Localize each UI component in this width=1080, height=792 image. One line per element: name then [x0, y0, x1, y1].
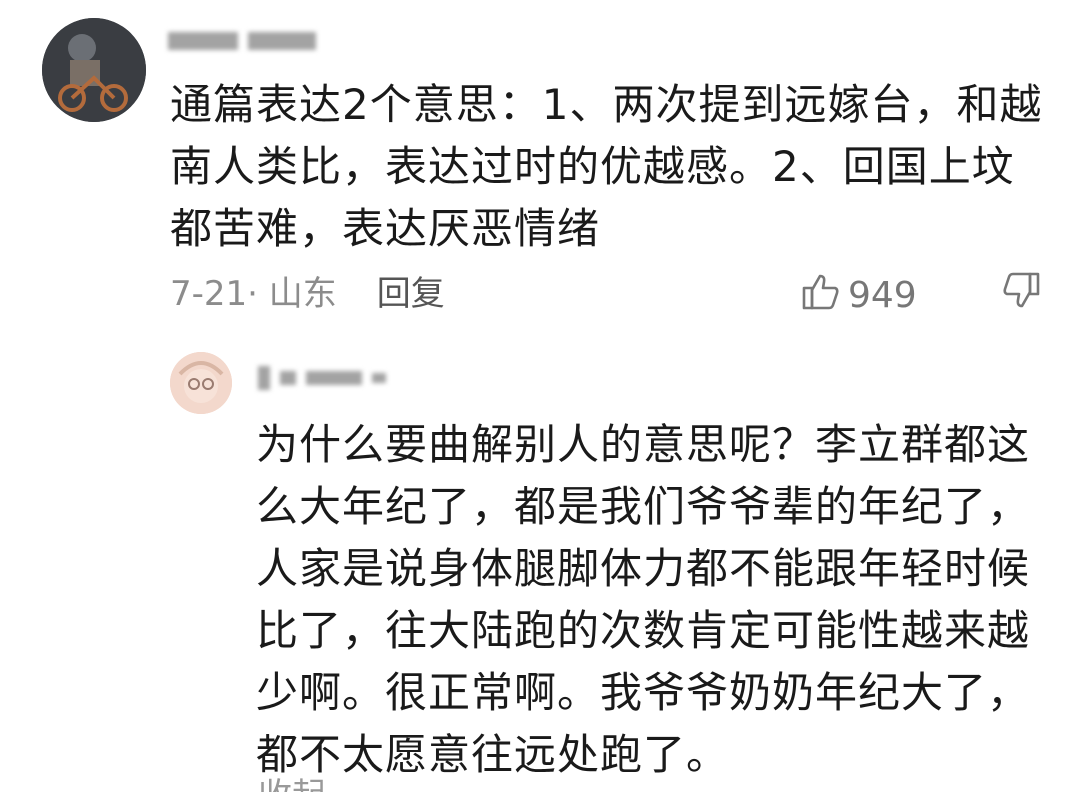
username-blurred[interactable] — [168, 32, 316, 50]
reply-avatar[interactable] — [170, 352, 232, 414]
reply-button[interactable]: 回复 — [377, 266, 445, 315]
comment-text: 通篇表达2个意思：1、两次提到远嫁台，和越南人类比，表达过时的优越感。2、回国上… — [170, 80, 1043, 253]
dislike-button[interactable] — [1000, 270, 1042, 316]
collapse-button[interactable]: 收起 — [258, 768, 326, 792]
comment-date-location: 7-21· 山东 — [170, 274, 337, 314]
reply-username-blurred[interactable] — [258, 366, 386, 390]
thumbs-down-icon — [1000, 272, 1042, 316]
like-count: 949 — [848, 275, 917, 316]
like-button[interactable]: 949 — [800, 270, 917, 321]
thumbs-up-icon — [800, 270, 842, 321]
comment-meta: 7-21· 山东 回复 — [170, 266, 445, 315]
reply-text: 为什么要曲解别人的意思呢？李立群都这么大年纪了，都是我们爷爷辈的年纪了，人家是说… — [256, 420, 1031, 779]
avatar[interactable] — [42, 18, 146, 122]
